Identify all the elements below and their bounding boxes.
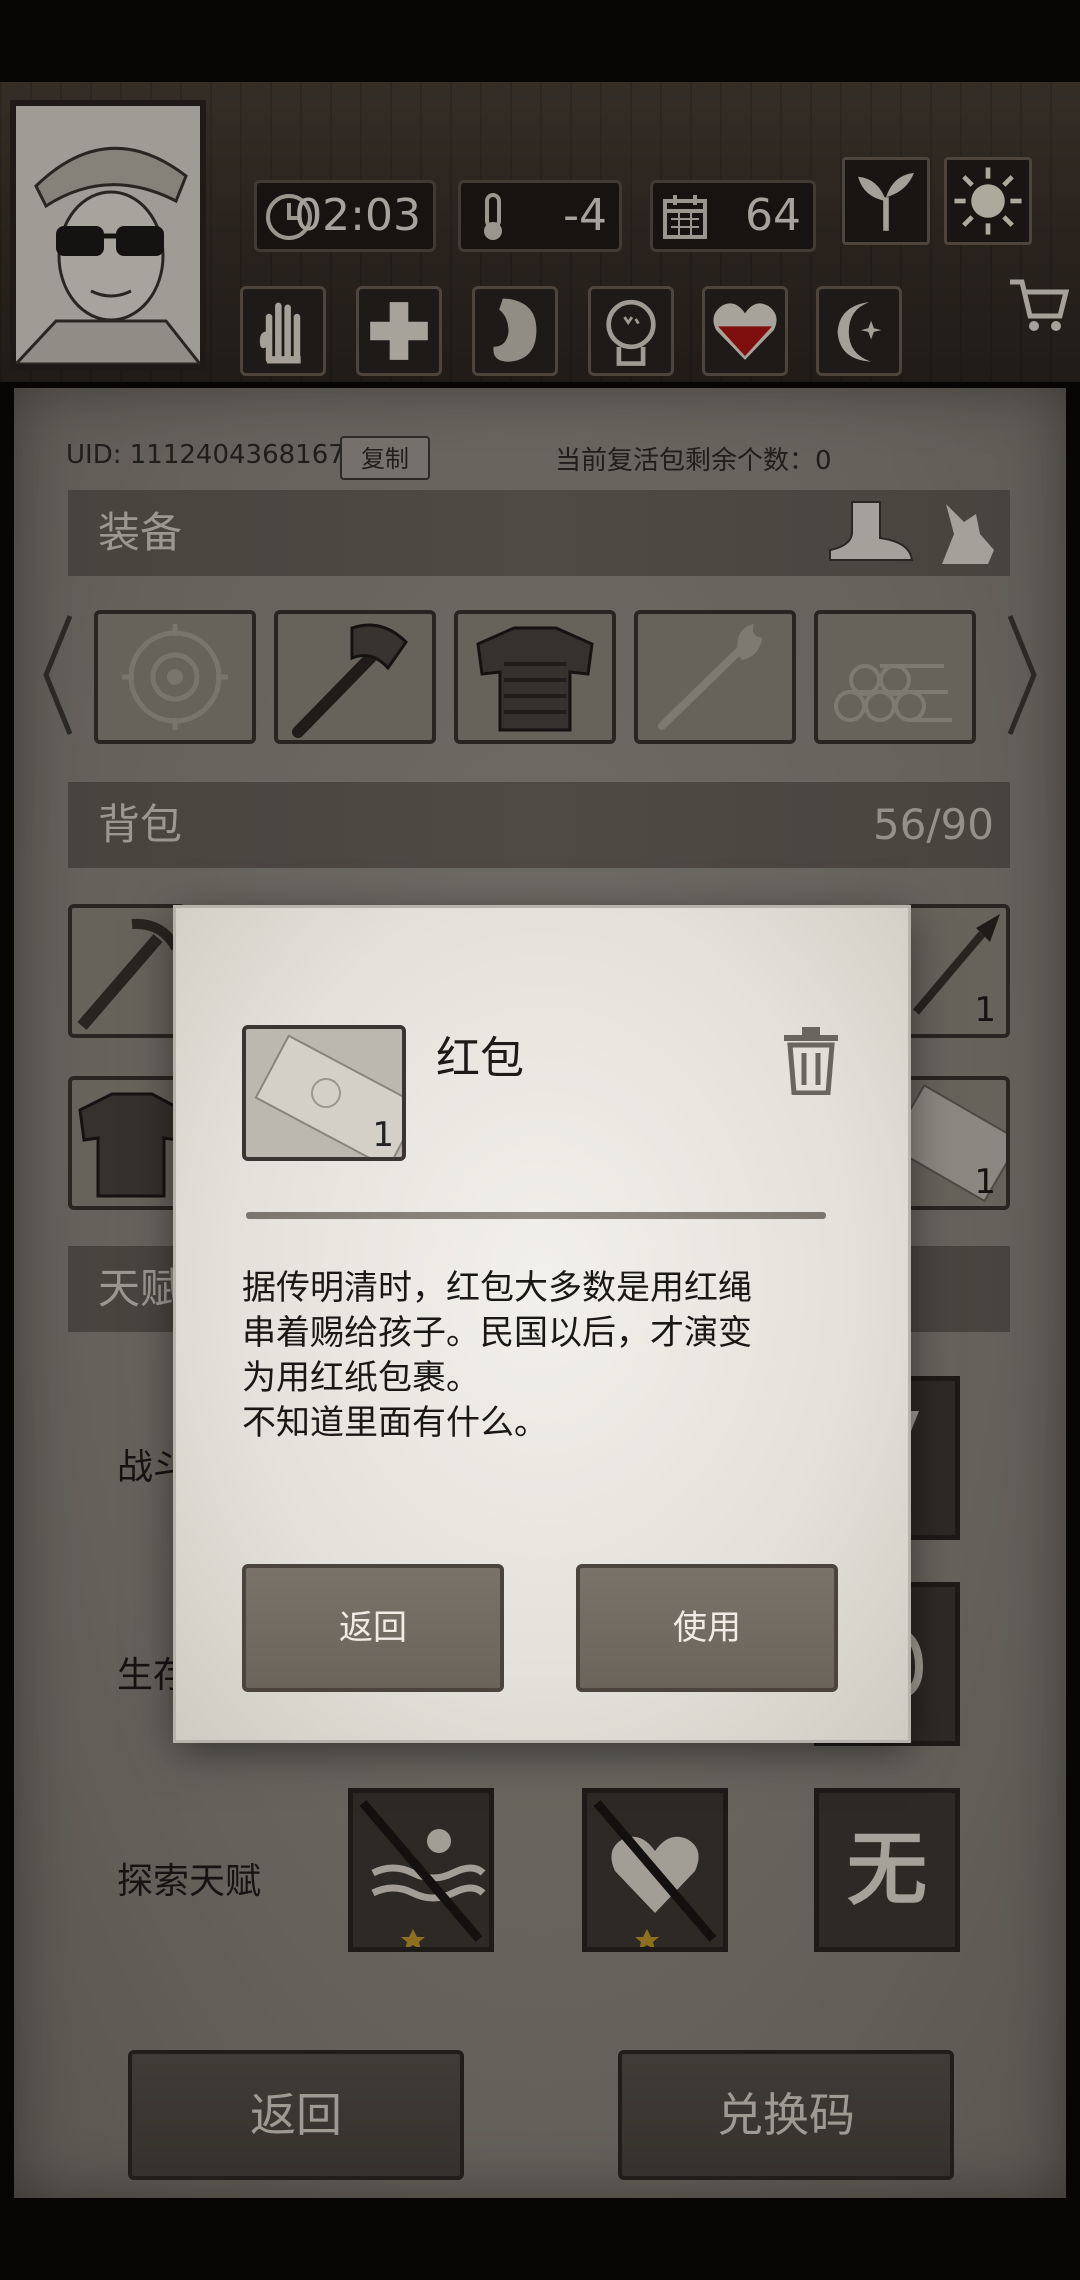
item-description: 据传明清时，红包大多数是用红绳 串着赐给孩子。民国以后，才演变 为用红纸包裹。 … bbox=[242, 1268, 752, 1443]
dialog-divider bbox=[246, 1212, 826, 1219]
trash-icon[interactable] bbox=[778, 1025, 844, 1095]
item-icon-box: 1 bbox=[242, 1025, 406, 1161]
use-button[interactable]: 使用 bbox=[576, 1564, 838, 1692]
item-name: 红包 bbox=[436, 1033, 524, 1084]
item-count: 1 bbox=[372, 1115, 394, 1155]
dialog-back-button[interactable]: 返回 bbox=[242, 1564, 504, 1692]
